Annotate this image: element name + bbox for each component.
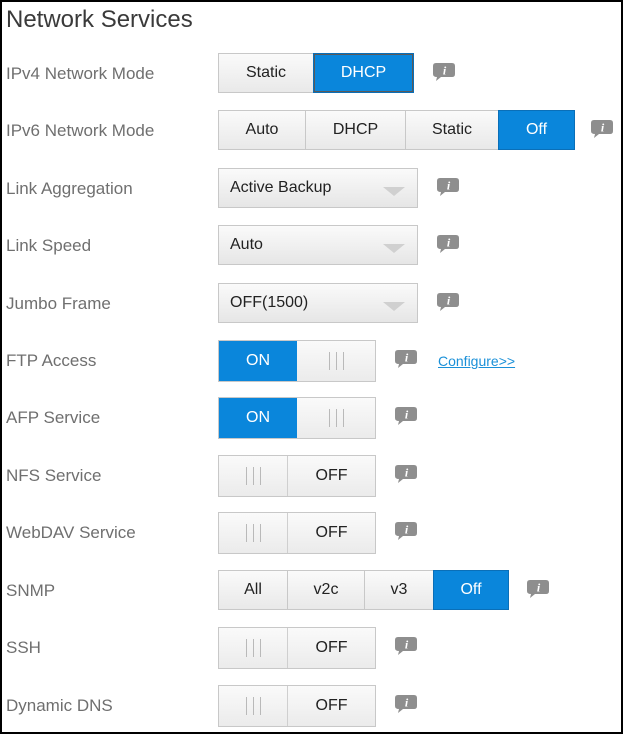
snmp-option-v2c[interactable]: v2c [287,570,365,610]
row-nfs-service: NFS Service OFF i [2,453,621,499]
row-ipv6-network-mode: IPv6 Network Mode Auto DHCP Static Off i [2,108,621,154]
toggle-off-label: OFF [315,467,348,484]
link-speed-label: Link Speed [6,236,92,255]
toggle-off-label: OFF [315,639,348,656]
webdav-service-label: WebDAV Service [6,523,136,542]
toggle-grip [219,513,288,553]
toggle-off-label: OFF [315,524,348,541]
nfs-toggle-wrap: OFF [218,455,376,497]
ssh-label: SSH [6,638,41,657]
row-jumbo-frame: Jumbo Frame OFF(1500) i [2,281,621,327]
ipv4-network-mode-label: IPv4 Network Mode [6,64,155,83]
row-ssh: SSH OFF i [2,625,621,671]
link-aggregation-dropdown[interactable]: Active Backup [218,168,418,208]
chevron-down-icon [383,302,405,311]
toggle-off-label: OFF [315,697,348,714]
dynamic-dns-label: Dynamic DNS [6,696,113,715]
ipv6-option-off[interactable]: Off [498,110,575,150]
ssh-toggle[interactable]: OFF [218,627,376,669]
ipv6-option-static[interactable]: Static [405,110,499,150]
jumbo-frame-value: OFF(1500) [230,294,309,311]
snmp-label: SNMP [6,581,56,600]
nfs-service-label: NFS Service [6,466,102,485]
link-aggregation-value: Active Backup [230,179,332,196]
info-icon[interactable]: i [590,119,614,139]
info-icon[interactable]: i [436,234,460,254]
info-icon[interactable]: i [394,521,418,541]
dynamic-dns-toggle[interactable]: OFF [218,685,376,727]
ipv6-option-dhcp[interactable]: DHCP [305,110,406,150]
info-icon[interactable]: i [436,177,460,197]
toggle-grip [219,686,288,726]
row-afp-service: AFP Service ON i [2,395,621,441]
nfs-service-toggle[interactable]: OFF [218,455,376,497]
page-title: Network Services [6,6,193,33]
info-icon[interactable]: i [394,349,418,369]
toggle-grip [219,628,288,668]
jumbo-frame-select[interactable]: OFF(1500) [218,283,418,323]
row-link-speed: Link Speed Auto i [2,223,621,269]
snmp-segmented: All v2c v3 Off [218,570,509,610]
ipv6-network-mode-label: IPv6 Network Mode [6,121,155,140]
webdav-toggle-wrap: OFF [218,512,376,554]
info-icon[interactable]: i [432,62,456,82]
row-webdav-service: WebDAV Service OFF i [2,510,621,556]
jumbo-frame-label: Jumbo Frame [6,294,111,313]
info-icon[interactable]: i [394,406,418,426]
link-aggregation-label: Link Aggregation [6,179,133,198]
toggle-grip [297,398,375,438]
toggle-on-label: ON [219,341,297,381]
toggle-on-label: ON [219,398,297,438]
network-services-panel: Network Services IPv4 Network Mode Stati… [0,0,623,734]
ddns-toggle-wrap: OFF [218,685,376,727]
snmp-option-v3[interactable]: v3 [364,570,434,610]
ftp-configure-link[interactable]: Configure>> [438,338,515,384]
snmp-option-all[interactable]: All [218,570,288,610]
info-icon[interactable]: i [526,579,550,599]
row-ipv4-network-mode: IPv4 Network Mode Static DHCP i [2,51,621,97]
link-aggregation-select[interactable]: Active Backup [218,168,418,208]
row-link-aggregation: Link Aggregation Active Backup i [2,166,621,212]
webdav-service-toggle[interactable]: OFF [218,512,376,554]
link-speed-select[interactable]: Auto [218,225,418,265]
snmp-option-off[interactable]: Off [433,570,509,610]
chevron-down-icon [383,244,405,253]
afp-toggle-wrap: ON [218,397,376,439]
ipv6-mode-segmented: Auto DHCP Static Off [218,110,575,150]
ftp-toggle-wrap: ON [218,340,376,382]
ftp-access-toggle[interactable]: ON [218,340,376,382]
toggle-grip [297,341,375,381]
ftp-access-label: FTP Access [6,351,97,370]
ipv4-option-dhcp[interactable]: DHCP [313,53,414,93]
toggle-grip [219,456,288,496]
afp-service-toggle[interactable]: ON [218,397,376,439]
link-speed-dropdown[interactable]: Auto [218,225,418,265]
info-icon[interactable]: i [436,292,460,312]
row-dynamic-dns: Dynamic DNS OFF i [2,683,621,729]
link-speed-value: Auto [230,236,263,253]
info-icon[interactable]: i [394,694,418,714]
ipv4-mode-segmented: Static DHCP [218,53,414,93]
info-icon[interactable]: i [394,464,418,484]
afp-service-label: AFP Service [6,408,101,427]
row-ftp-access: FTP Access ON i Configure>> [2,338,621,384]
info-icon[interactable]: i [394,636,418,656]
ipv4-option-static[interactable]: Static [218,53,314,93]
ssh-toggle-wrap: OFF [218,627,376,669]
row-snmp: SNMP All v2c v3 Off i [2,568,621,614]
jumbo-frame-dropdown[interactable]: OFF(1500) [218,283,418,323]
chevron-down-icon [383,187,405,196]
ipv6-option-auto[interactable]: Auto [218,110,306,150]
